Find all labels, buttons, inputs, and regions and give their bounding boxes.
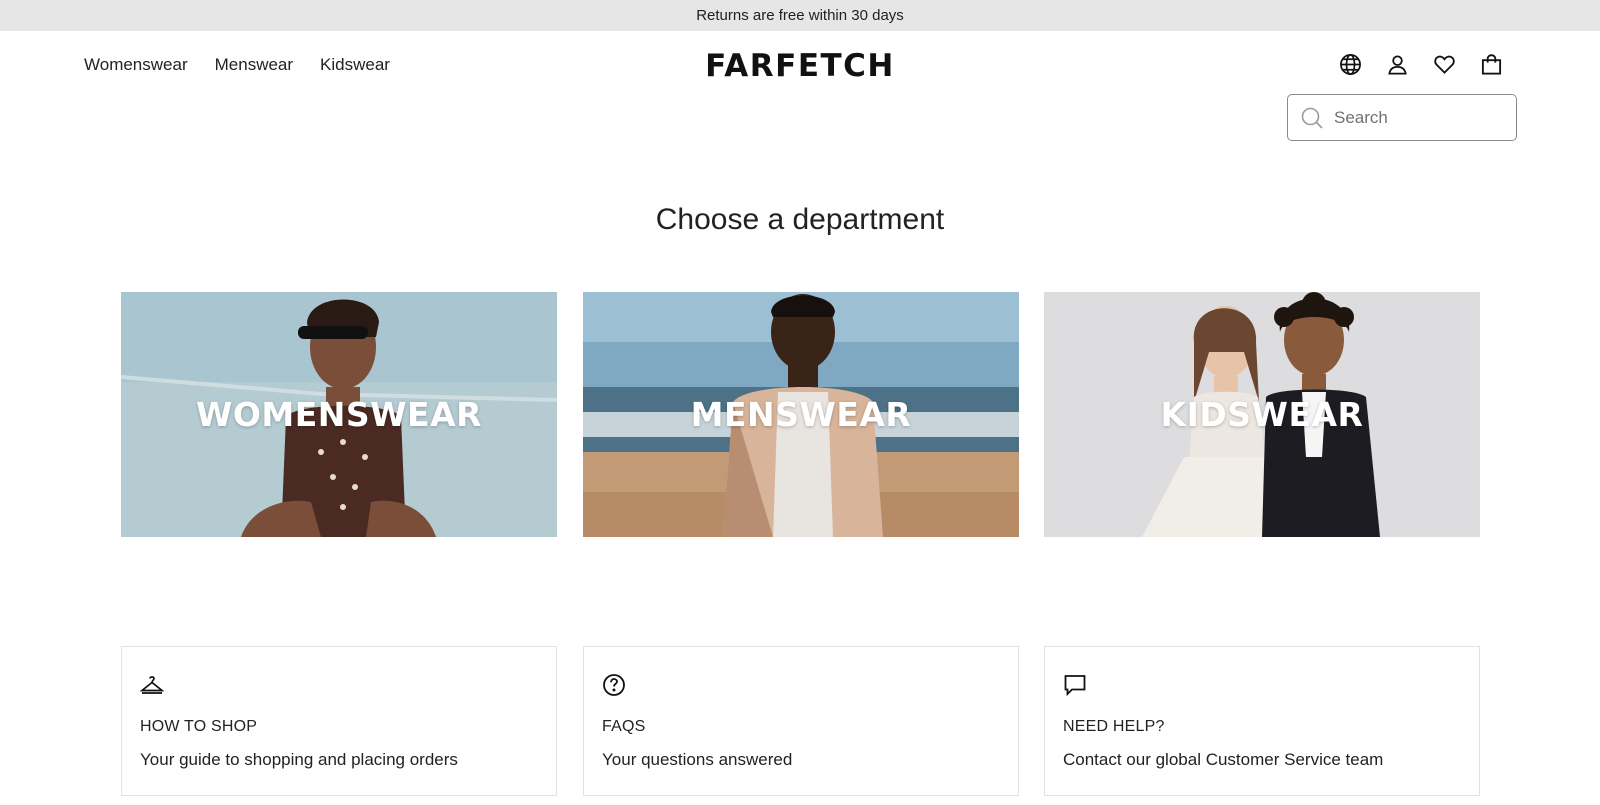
card-text: Contact our global Customer Service team <box>1063 750 1384 769</box>
account-icon[interactable] <box>1386 53 1409 76</box>
main-nav: Womenswear Menswear Kidswear <box>84 55 390 75</box>
card-text: Your questions answered <box>602 750 793 769</box>
nav-kidswear[interactable]: Kidswear <box>320 55 390 75</box>
wishlist-icon[interactable] <box>1433 53 1456 76</box>
help-card-faqs[interactable]: FAQS Your questions answered <box>583 646 1019 796</box>
search-box[interactable] <box>1287 94 1517 141</box>
search-icon <box>1301 107 1323 129</box>
question-icon <box>603 674 625 696</box>
card-title: FAQS <box>602 718 646 735</box>
bag-icon[interactable] <box>1480 53 1503 76</box>
department-label: MENSWEAR <box>690 395 912 434</box>
search-input[interactable] <box>1334 107 1504 128</box>
card-title: NEED HELP? <box>1063 718 1165 735</box>
hanger-icon <box>140 676 164 694</box>
help-card-how-to-shop[interactable]: HOW TO SHOP Your guide to shopping and p… <box>121 646 557 796</box>
department-menswear[interactable]: MENSWEAR <box>583 292 1019 537</box>
chat-icon <box>1064 675 1086 697</box>
card-title: HOW TO SHOP <box>140 718 258 735</box>
promo-text: Returns are free within 30 days <box>696 7 904 24</box>
farfetch-logo[interactable]: FARFETCH <box>692 48 908 84</box>
card-text: Your guide to shopping and placing order… <box>140 750 458 769</box>
department-label: KIDSWEAR <box>1160 395 1364 434</box>
nav-womenswear[interactable]: Womenswear <box>84 55 188 75</box>
header-icons <box>1339 53 1503 76</box>
page-title: Choose a department <box>655 203 945 236</box>
nav-menswear[interactable]: Menswear <box>215 55 293 75</box>
department-label: WOMENSWEAR <box>195 395 483 434</box>
help-card-need-help[interactable]: NEED HELP? Contact our global Customer S… <box>1044 646 1480 796</box>
department-womenswear[interactable]: WOMENSWEAR <box>121 292 557 537</box>
promo-bar: Returns are free within 30 days <box>0 0 1600 31</box>
department-kidswear[interactable]: KIDSWEAR <box>1044 292 1480 537</box>
globe-icon[interactable] <box>1339 53 1362 76</box>
header: Womenswear Menswear Kidswear FARFETCH <box>0 31 1600 151</box>
